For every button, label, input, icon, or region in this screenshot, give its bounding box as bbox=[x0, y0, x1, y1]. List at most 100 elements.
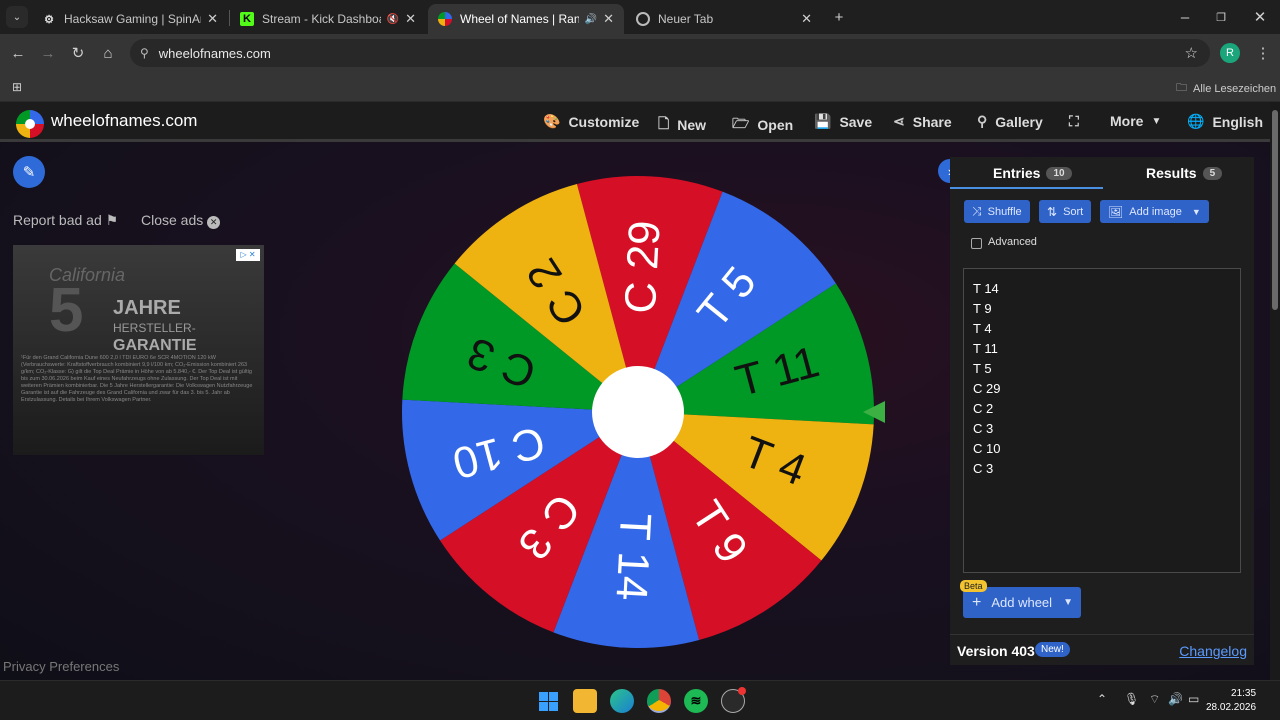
system-clock[interactable]: 21:35 28.02.2026 bbox=[1206, 687, 1257, 715]
close-circle-icon: ✕ bbox=[207, 216, 221, 229]
entry-line: C 3 bbox=[973, 421, 994, 436]
add-image-button[interactable]: 🖼 Add image ▼ bbox=[1100, 200, 1209, 223]
address-bar[interactable]: ⚲ wheelofnames.com ☆ bbox=[130, 39, 1210, 67]
tray-overflow-icon[interactable]: ⌃ bbox=[1097, 692, 1107, 706]
advertisement[interactable]: ▷ ✕ California 5 JAHRE HERSTELLER- GARAN… bbox=[13, 245, 264, 455]
nav-label: Share bbox=[912, 113, 952, 130]
tab-spinarena[interactable]: ⚙ Hacksaw Gaming | SpinArena ✕ bbox=[32, 4, 228, 34]
battery-icon[interactable]: ▭ bbox=[1188, 692, 1199, 706]
forward-icon[interactable]: → bbox=[37, 42, 59, 64]
minimize-icon[interactable]: – bbox=[1174, 6, 1196, 28]
wheel-center[interactable] bbox=[592, 366, 684, 458]
bookmark-star-icon[interactable]: ☆ bbox=[1185, 44, 1198, 62]
shuffle-button[interactable]: ⤨ Shuffle bbox=[964, 200, 1030, 223]
all-bookmarks-label: Alle Lesezeichen bbox=[1193, 82, 1277, 95]
entry-line: T 4 bbox=[973, 321, 992, 336]
flag-icon: ⚑ bbox=[105, 212, 119, 228]
close-tab-icon[interactable]: ✕ bbox=[405, 11, 416, 27]
chrome-icon[interactable] bbox=[647, 689, 671, 713]
tab-results[interactable]: Results 5 bbox=[1146, 165, 1223, 181]
nav-gallery[interactable]: ⚲ Gallery bbox=[977, 113, 1043, 130]
nav-new[interactable]: 🗋 New bbox=[658, 113, 706, 137]
edit-button[interactable]: ✎ bbox=[13, 156, 45, 188]
tab-kick[interactable]: K Stream - Kick Dashboard 🔇 ✕ bbox=[230, 4, 426, 34]
globe-icon: 🌐 bbox=[1187, 113, 1205, 129]
wifi-icon[interactable]: ⌔ bbox=[1149, 692, 1160, 707]
report-ad-link[interactable]: Report bad ad ⚑ bbox=[13, 212, 118, 229]
entry-line: C 3 bbox=[973, 461, 994, 476]
fullscreen-button[interactable]: ⛶ bbox=[1069, 113, 1087, 130]
tab-title: Stream - Kick Dashboard bbox=[262, 12, 381, 26]
windows-start-icon[interactable] bbox=[536, 689, 560, 713]
scrollbar-thumb[interactable] bbox=[1272, 110, 1278, 310]
nav-language[interactable]: 🌐 English bbox=[1187, 113, 1263, 130]
entries-textarea[interactable]: T 14 T 9 T 4 T 11 T 5 C 29 C 2 C 3 C 10 … bbox=[963, 268, 1241, 573]
shuffle-icon: ⤨ bbox=[972, 204, 982, 218]
reload-icon[interactable]: ↻ bbox=[67, 42, 89, 64]
browser-toolbar: ← → ↻ ⌂ ⚲ wheelofnames.com ☆ R ⋮ bbox=[0, 34, 1280, 72]
file-explorer-icon[interactable] bbox=[573, 689, 597, 713]
web-page: wheelofnames.com 🎨 Customize 🗋 New 🗁 Open 💾… bbox=[0, 102, 1270, 680]
caret-down-icon[interactable]: ▼ bbox=[1063, 597, 1073, 608]
nav-more[interactable]: More ▼ bbox=[1110, 113, 1161, 129]
file-icon: 🗋 bbox=[658, 115, 670, 131]
tab-new[interactable]: Neuer Tab ✕ bbox=[626, 4, 822, 34]
version-row: Version 403 New! Changelog bbox=[950, 634, 1254, 665]
clock-date: 28.02.2026 bbox=[1206, 702, 1257, 713]
page-scrollbar[interactable] bbox=[1270, 102, 1280, 680]
wheel-logo-icon[interactable] bbox=[16, 110, 44, 138]
back-icon[interactable]: ← bbox=[7, 42, 29, 64]
advanced-label[interactable]: Advanced bbox=[988, 236, 1037, 248]
nav-open[interactable]: 🗁 Open bbox=[732, 113, 793, 137]
wheelofnames-icon bbox=[438, 12, 452, 26]
wheel[interactable]: C 29 T 5T 11T 4T 9T 14C 3C 10C 3C 2 bbox=[395, 175, 885, 665]
privacy-preferences-link[interactable]: Privacy Preferences bbox=[3, 659, 119, 674]
spotify-icon[interactable]: ≋ bbox=[684, 689, 708, 713]
menu-dots-icon[interactable]: ⋮ bbox=[1252, 42, 1274, 64]
close-tab-icon[interactable]: ✕ bbox=[801, 11, 812, 27]
close-tab-icon[interactable]: ✕ bbox=[603, 11, 614, 27]
entry-line: T 5 bbox=[973, 361, 992, 376]
tab-search-icon[interactable]: ⌄ bbox=[6, 6, 28, 28]
apps-grid-icon[interactable]: ⊞ bbox=[6, 76, 28, 98]
site-name[interactable]: wheelofnames.com bbox=[51, 111, 197, 131]
all-bookmarks[interactable]: 🗀 Alle Lesezeichen bbox=[1176, 79, 1276, 98]
entry-line: T 9 bbox=[973, 301, 992, 316]
tab-wheelofnames[interactable]: Wheel of Names | Random 🔊 ✕ bbox=[428, 4, 624, 34]
edge-icon[interactable] bbox=[610, 689, 634, 713]
home-icon[interactable]: ⌂ bbox=[97, 42, 119, 64]
audio-playing-icon[interactable]: 🔊 bbox=[585, 14, 597, 25]
restore-icon[interactable]: ❐ bbox=[1210, 6, 1232, 28]
report-ad-label: Report bad ad bbox=[13, 212, 102, 228]
caret-down-icon: ▼ bbox=[1191, 206, 1201, 217]
profile-avatar[interactable]: R bbox=[1220, 43, 1240, 63]
new-tab-icon[interactable]: + bbox=[828, 6, 850, 28]
nav-label: New bbox=[677, 117, 707, 133]
close-tab-icon[interactable]: ✕ bbox=[207, 11, 218, 27]
microphone-icon[interactable]: 🎙 bbox=[1124, 692, 1139, 706]
sort-button[interactable]: ⇅ Sort bbox=[1039, 200, 1092, 223]
clock-time: 21:35 bbox=[1231, 688, 1257, 699]
volume-icon[interactable]: 🔊 bbox=[1168, 692, 1183, 706]
new-badge: New! bbox=[1035, 642, 1070, 657]
ad-headline: JAHRE bbox=[113, 297, 181, 319]
nav-label: English bbox=[1212, 113, 1263, 130]
advanced-checkbox[interactable] bbox=[971, 238, 982, 249]
close-ads-link[interactable]: Close ads ✕ bbox=[141, 212, 221, 229]
muted-icon[interactable]: 🔇 bbox=[387, 14, 399, 25]
site-info-icon[interactable]: ⚲ bbox=[140, 46, 149, 60]
adchoices-icon[interactable]: ▷ ✕ bbox=[236, 249, 260, 261]
nav-customize[interactable]: 🎨 Customize bbox=[543, 113, 639, 130]
nav-share[interactable]: ⋖ Share bbox=[893, 113, 952, 130]
button-label: Shuffle bbox=[987, 205, 1022, 218]
nav-save[interactable]: 💾 Save bbox=[814, 113, 872, 130]
steam-icon[interactable] bbox=[721, 687, 746, 713]
close-window-icon[interactable]: ✕ bbox=[1249, 6, 1271, 28]
nav-label: Gallery bbox=[995, 113, 1043, 130]
changelog-link[interactable]: Changelog bbox=[1179, 643, 1247, 659]
tab-entries[interactable]: Entries 10 bbox=[993, 165, 1072, 181]
entry-line: C 29 bbox=[973, 381, 1001, 396]
kick-icon: K bbox=[240, 12, 254, 26]
sort-icon: ⇅ bbox=[1047, 204, 1058, 219]
wheel-segment-label: T 14 bbox=[607, 512, 660, 602]
